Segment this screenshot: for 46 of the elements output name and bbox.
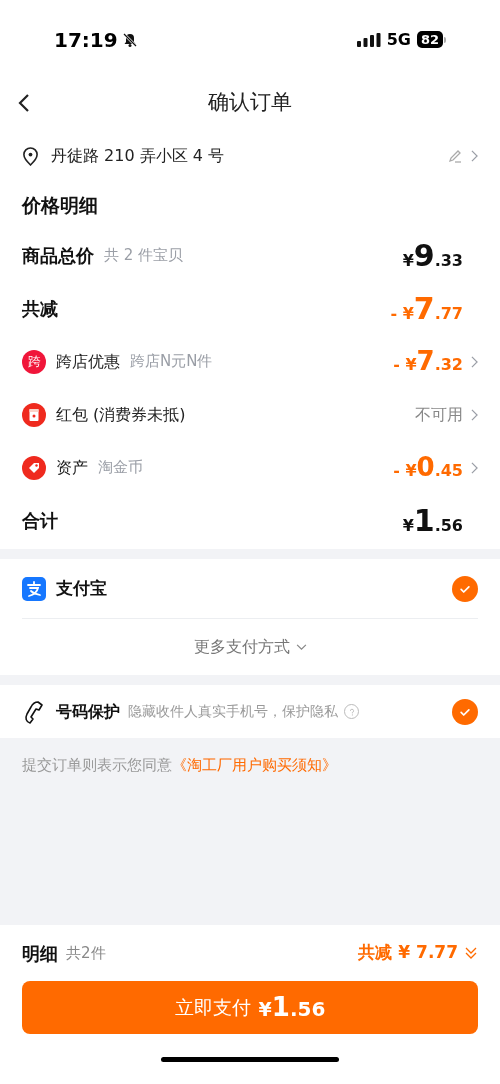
more-payment-button[interactable]: 更多支付方式 <box>22 619 478 675</box>
address-text[interactable]: 丹徒路 210 弄小区 4 号 <box>51 144 225 168</box>
location-pin-icon <box>22 146 39 166</box>
network-label: 5G <box>386 28 411 51</box>
pencil-icon[interactable] <box>447 148 463 164</box>
row-label: 跨店优惠 <box>56 350 120 373</box>
row-label: 共减 <box>22 297 58 321</box>
battery-level: 82 <box>416 31 443 48</box>
envelope-icon <box>22 402 46 427</box>
agreement-text: 提交订单则表示您同意《淘工厂用户购买须知》 <box>22 755 338 776</box>
price: - ¥0.45 <box>393 451 463 484</box>
tag-icon <box>22 455 46 480</box>
checkbox[interactable] <box>452 698 478 725</box>
section-title: 价格明细 <box>22 192 98 218</box>
row-note: 淘金币 <box>98 457 143 479</box>
double-chevron-icon[interactable] <box>464 946 478 960</box>
page-title: 确认订单 <box>208 89 292 117</box>
item-count: 共2件 <box>66 942 106 964</box>
protection-description: 隐藏收件人真实手机号，保护隐私 <box>128 702 338 721</box>
protection-title: 号码保护 <box>56 700 120 723</box>
price: - ¥7.32 <box>393 345 463 378</box>
chevron-right-icon <box>471 150 478 162</box>
payment-method[interactable]: 支付宝 <box>56 575 107 602</box>
row-note: 共 2 件宝贝 <box>104 245 184 267</box>
phone-icon <box>22 699 46 724</box>
row-label: 商品总价 <box>22 244 94 268</box>
discount-total[interactable]: 共减 ¥ 7.77 <box>358 940 458 966</box>
pay-now-button[interactable]: 立即支付 ¥1.56 <box>22 981 478 1034</box>
row-label: 红包 (消费券未抵) <box>56 403 186 426</box>
signal-icon <box>356 32 381 47</box>
price: ¥9.33 <box>402 237 463 275</box>
alipay-icon <box>22 576 46 601</box>
muted-bell-icon <box>121 31 138 48</box>
detail-label: 明细 <box>22 941 58 966</box>
row-status: 不可用 <box>415 403 463 426</box>
price: ¥1.56 <box>402 502 463 540</box>
status-time: 17:19 <box>54 26 118 54</box>
store-badge-icon: 跨 <box>22 349 46 374</box>
checkbox[interactable] <box>452 575 478 602</box>
terms-link[interactable]: 《淘工厂用户购买须知》 <box>172 756 337 774</box>
chevron-down-icon <box>295 643 307 651</box>
price: - ¥7.77 <box>390 290 463 328</box>
row-label: 资产 <box>56 456 88 479</box>
row-label: 合计 <box>22 509 58 533</box>
row-note: 跨店N元N件 <box>130 351 213 373</box>
back-icon[interactable] <box>18 93 30 113</box>
